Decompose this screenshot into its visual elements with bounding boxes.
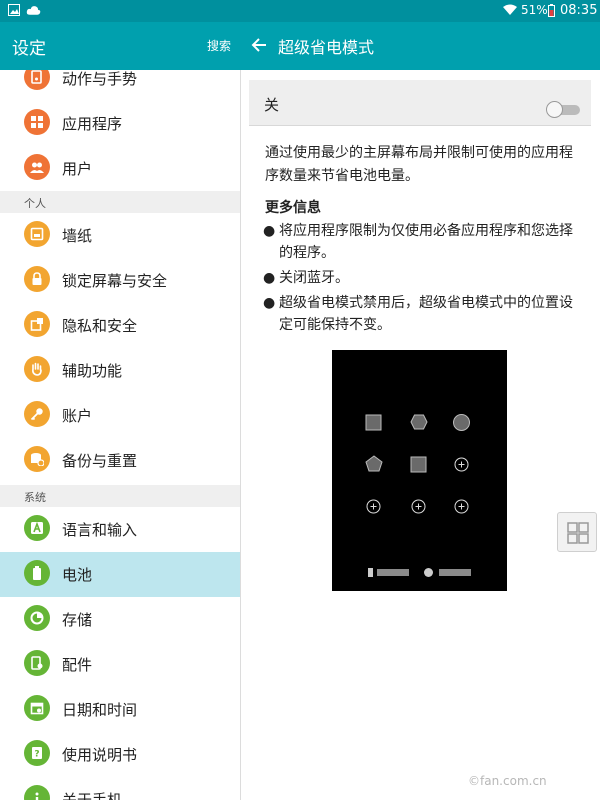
list-item-storage[interactable]: 存储	[0, 597, 240, 642]
list-item-label: 用户	[62, 160, 93, 178]
toggle-state-label: 关	[264, 96, 280, 114]
preview-app-square-icon	[365, 414, 382, 431]
preview-clock-icon	[424, 568, 433, 577]
status-bar: 51% 08:35	[0, 0, 600, 22]
list-item-label: 电池	[62, 566, 93, 584]
grid-icon	[567, 522, 589, 544]
info-icon	[24, 785, 50, 800]
list-item-label: 隐私和安全	[62, 317, 138, 335]
list-item-backup[interactable]: 备份与重置	[0, 438, 240, 483]
list-item-label: 动作与手势	[62, 70, 138, 88]
power-saving-toggle-row[interactable]: 关	[249, 80, 591, 126]
preview-app-circle-icon	[453, 414, 470, 431]
back-arrow-icon[interactable]	[250, 33, 268, 57]
privacy-icon	[24, 311, 50, 337]
users-icon	[24, 154, 50, 180]
multi-window-button[interactable]	[557, 512, 597, 552]
apps-icon	[24, 109, 50, 135]
list-item-label: 账户	[62, 407, 93, 425]
bullet-item: ● 将应用程序限制为仅使用必备应用程序和您选择的程序。	[263, 223, 573, 261]
bullet-item: ● 超级省电模式禁用后，超级省电模式中的位置设定可能保持不变。	[263, 295, 573, 333]
preview-status-bar	[439, 569, 471, 576]
wifi-icon	[503, 4, 517, 15]
preview-add-icon	[454, 457, 469, 472]
list-item-users[interactable]: 用户	[0, 146, 240, 191]
list-item-accounts[interactable]: 账户	[0, 393, 240, 438]
list-item-label: 存储	[62, 611, 93, 629]
backup-icon	[24, 446, 50, 472]
preview-add-icon	[411, 499, 426, 514]
list-item-language[interactable]: 语言和输入	[0, 507, 240, 552]
preview-status-bar	[377, 569, 409, 576]
wallpaper-icon	[24, 221, 50, 247]
list-item-about[interactable]: 关于手机	[0, 777, 240, 800]
gesture-icon	[24, 70, 50, 90]
list-item-manual[interactable]: ? 使用说明书	[0, 732, 240, 777]
list-item-gestures[interactable]: 动作与手势	[0, 70, 240, 101]
manual-icon: ?	[24, 740, 50, 766]
list-item-label: 应用程序	[62, 115, 123, 133]
preview-app-pentagon-icon	[365, 455, 383, 472]
preview-battery-icon	[368, 568, 373, 577]
list-item-label: 墙纸	[62, 227, 93, 245]
mode-preview-illustration	[332, 350, 507, 591]
list-item-label: 配件	[62, 656, 93, 674]
settings-title: 设定	[12, 39, 46, 59]
accessory-icon	[24, 650, 50, 676]
more-info-heading: 更多信息	[265, 200, 321, 216]
cloud-notification-icon	[26, 6, 41, 15]
hand-icon	[24, 356, 50, 382]
preview-add-icon	[366, 499, 381, 514]
image-notification-icon	[8, 4, 20, 16]
storage-icon	[24, 605, 50, 631]
language-icon	[24, 515, 50, 541]
list-item-label: 关于手机	[62, 791, 123, 800]
lock-icon	[24, 266, 50, 292]
list-item-label: 语言和输入	[62, 521, 138, 539]
battery-percent: 51%	[521, 3, 548, 17]
list-item-label: 备份与重置	[62, 452, 138, 470]
list-item-label: 辅助功能	[62, 362, 123, 380]
preview-app-hexagon-icon	[410, 414, 428, 430]
search-button[interactable]: 搜索	[207, 37, 231, 54]
preview-add-icon	[454, 499, 469, 514]
info-bullet-list: ● 将应用程序限制为仅使用必备应用程序和您选择的程序。 ● 关闭蓝牙。 ● 超级省电模…	[263, 220, 583, 339]
list-item-wallpaper[interactable]: 墙纸	[0, 213, 240, 258]
list-item-label: 锁定屏幕与安全	[62, 272, 168, 290]
list-item-lock-screen[interactable]: 锁定屏幕与安全	[0, 258, 240, 303]
toggle-switch[interactable]	[546, 101, 563, 118]
list-item-label: 日期和时间	[62, 701, 138, 719]
bullet-item: ● 关闭蓝牙。	[263, 270, 349, 286]
list-item-date-time[interactable]: 日期和时间	[0, 687, 240, 732]
preview-app-square-icon	[410, 456, 427, 473]
description-text: 通过使用最少的主屏幕布局并限制可使用的应用程序数量来节省电池电量。	[265, 145, 573, 184]
clock: 08:35	[560, 3, 598, 18]
list-item-apps[interactable]: 应用程序	[0, 101, 240, 146]
key-icon	[24, 401, 50, 427]
list-item-battery[interactable]: 电池	[0, 552, 240, 597]
page-title: 超级省电模式	[278, 38, 375, 57]
app-bar: 设定 搜索 超级省电模式	[0, 22, 600, 70]
list-item-accessories[interactable]: 配件	[0, 642, 240, 687]
list-item-accessibility[interactable]: 辅助功能	[0, 348, 240, 393]
section-header-personal: 个人	[0, 191, 240, 213]
detail-pane: 关 通过使用最少的主屏幕布局并限制可使用的应用程序数量来节省电池电量。 更多信息…	[241, 70, 600, 800]
list-item-label: 使用说明书	[62, 746, 138, 764]
list-item-privacy[interactable]: 隐私和安全	[0, 303, 240, 348]
section-header-system: 系统	[0, 485, 240, 507]
battery-status-icon	[548, 4, 555, 17]
calendar-icon	[24, 695, 50, 721]
watermark-text: ©fan.com.cn	[468, 774, 547, 788]
svg-text:?: ?	[34, 750, 39, 760]
battery-icon	[24, 560, 50, 586]
settings-list[interactable]: 动作与手势 应用程序 用户 个人 墙纸 锁定屏幕与安全 隐私和安全 辅助功能 账…	[0, 70, 240, 800]
